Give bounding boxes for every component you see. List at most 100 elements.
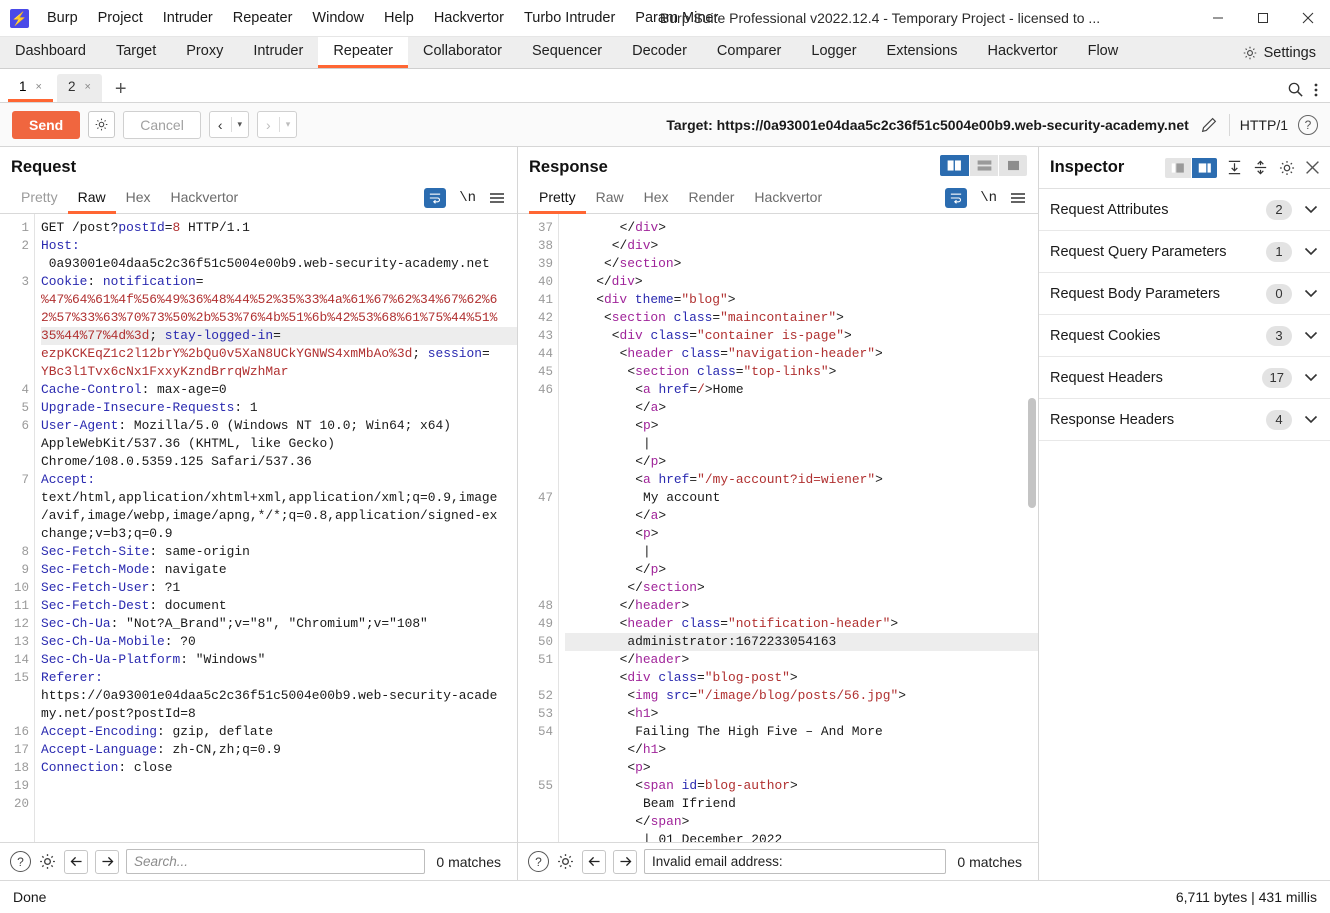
menu-item-project[interactable]: Project (88, 6, 153, 30)
word-wrap-icon[interactable] (424, 188, 447, 208)
inspector-row-request-headers[interactable]: Request Headers 17 (1039, 357, 1330, 399)
response-menu-icon[interactable] (1010, 192, 1026, 204)
request-search-input[interactable] (126, 849, 426, 874)
menu-item-param-miner[interactable]: Param Miner (625, 6, 728, 30)
response-tab-hex[interactable]: Hex (634, 183, 679, 214)
history-forward-button[interactable]: › ▾ (257, 111, 298, 138)
menu-item-intruder[interactable]: Intruder (153, 6, 223, 30)
request-search-settings-icon[interactable] (38, 852, 57, 871)
code-token: = (712, 310, 721, 325)
request-tab-raw[interactable]: Raw (67, 183, 116, 214)
inspector-row-request-cookies[interactable]: Request Cookies 3 (1039, 315, 1330, 357)
maximize-button[interactable] (1240, 0, 1285, 37)
search-icon[interactable] (1287, 81, 1304, 98)
inspector-row-request-query-parameters[interactable]: Request Query Parameters 1 (1039, 231, 1330, 273)
chevron-down-icon[interactable] (1304, 205, 1318, 214)
expand-all-icon[interactable] (1226, 159, 1243, 176)
help-icon[interactable]: ? (1298, 114, 1318, 135)
response-tab-raw[interactable]: Raw (586, 183, 634, 214)
send-button[interactable]: Send (12, 110, 81, 139)
inspector-row-request-attributes[interactable]: Request Attributes 2 (1039, 189, 1330, 231)
response-tab-pretty[interactable]: Pretty (529, 183, 586, 214)
menu-item-hackvertor[interactable]: Hackvertor (424, 6, 514, 30)
chevron-down-icon[interactable] (1304, 289, 1318, 298)
request-menu-icon[interactable] (489, 192, 505, 204)
inspector-dock-left-icon[interactable] (1165, 157, 1191, 178)
history-back-button[interactable]: ‹ ▾ (208, 111, 250, 138)
request-code[interactable]: GET /post?postId=8 HTTP/1.1 Host: 0a93001… (34, 214, 517, 842)
response-scrollbar[interactable] (1028, 218, 1036, 838)
response-search-prev-icon[interactable] (582, 849, 606, 874)
tab-intruder[interactable]: Intruder (238, 37, 318, 68)
inspector-dock-right-icon[interactable] (1191, 157, 1217, 178)
repeater-tab-1[interactable]: 1 × (8, 74, 53, 102)
repeater-tab-2[interactable]: 2 × (56, 74, 102, 102)
tab-comparer[interactable]: Comparer (702, 37, 796, 68)
send-settings-button[interactable] (88, 111, 116, 138)
edit-pencil-icon[interactable] (1199, 115, 1219, 135)
request-editor[interactable]: 1 2 3 4 5 6 7 8 9 10 11 12 13 14 15 16 17 18 19 20 GET /pos… (0, 214, 517, 843)
overflow-menu-icon[interactable] (1314, 82, 1318, 98)
tab-repeater[interactable]: Repeater (318, 37, 408, 68)
add-tab-button[interactable]: + (106, 79, 136, 102)
back-dropdown-icon[interactable]: ▾ (232, 112, 249, 137)
response-search-help-icon[interactable]: ? (528, 851, 549, 872)
response-search-input[interactable] (644, 849, 947, 874)
request-search-next-icon[interactable] (95, 849, 119, 874)
chevron-down-icon[interactable] (1304, 331, 1318, 340)
inspector-close-icon[interactable] (1305, 160, 1320, 175)
settings-button[interactable]: Settings (1232, 37, 1330, 68)
request-tab-hex[interactable]: Hex (116, 183, 161, 214)
http-version-label[interactable]: HTTP/1 (1240, 117, 1288, 133)
tab-target[interactable]: Target (101, 37, 171, 68)
tab-proxy[interactable]: Proxy (171, 37, 238, 68)
response-code[interactable]: </div> </div> </section> </div> <div theme="… (558, 214, 1038, 842)
inspector-row-request-body-parameters[interactable]: Request Body Parameters 0 (1039, 273, 1330, 315)
response-tab-hackvertor[interactable]: Hackvertor (744, 183, 832, 214)
layout-stacked-icon[interactable] (969, 155, 998, 176)
tab-flow[interactable]: Flow (1073, 37, 1134, 68)
chevron-down-icon[interactable] (1304, 373, 1318, 382)
inspector-settings-gear-icon[interactable] (1278, 159, 1296, 177)
close-button[interactable] (1285, 0, 1330, 37)
menu-item-repeater[interactable]: Repeater (223, 6, 303, 30)
line-number (518, 435, 553, 453)
newline-toggle-icon[interactable]: \n (980, 190, 997, 206)
newline-toggle-icon[interactable]: \n (459, 190, 476, 206)
code-token: > (673, 256, 682, 271)
response-search-next-icon[interactable] (613, 849, 637, 874)
response-editor[interactable]: 37 38 39 40 41 42 43 44 45 46 47 48 49 50 51 52 53 54 55 <… (518, 214, 1038, 843)
repeater-tab-2-close-icon[interactable]: × (84, 81, 90, 93)
inspector-row-response-headers[interactable]: Response Headers 4 (1039, 399, 1330, 441)
forward-dropdown-icon[interactable]: ▾ (280, 112, 297, 137)
request-search-prev-icon[interactable] (64, 849, 88, 874)
response-search-settings-icon[interactable] (556, 852, 575, 871)
cancel-button[interactable]: Cancel (123, 110, 201, 139)
menu-item-turbo-intruder[interactable]: Turbo Intruder (514, 6, 625, 30)
repeater-tab-1-close-icon[interactable]: × (36, 81, 42, 93)
response-scrollbar-thumb[interactable] (1028, 398, 1036, 508)
menu-item-window[interactable]: Window (302, 6, 374, 30)
tab-extensions[interactable]: Extensions (872, 37, 973, 68)
layout-tabbed-icon[interactable] (998, 155, 1027, 176)
chevron-down-icon[interactable] (1304, 247, 1318, 256)
layout-side-by-side-icon[interactable] (940, 155, 969, 176)
tab-collaborator[interactable]: Collaborator (408, 37, 517, 68)
code-token: </ (611, 238, 628, 253)
chevron-down-icon[interactable] (1304, 415, 1318, 424)
response-tab-render[interactable]: Render (679, 183, 745, 214)
request-search-help-icon[interactable]: ? (10, 851, 31, 872)
word-wrap-icon[interactable] (945, 188, 968, 208)
line-number (0, 453, 29, 471)
minimize-button[interactable] (1195, 0, 1240, 37)
tab-sequencer[interactable]: Sequencer (517, 37, 617, 68)
collapse-all-icon[interactable] (1252, 159, 1269, 176)
request-tab-pretty[interactable]: Pretty (11, 183, 68, 214)
tab-hackvertor[interactable]: Hackvertor (972, 37, 1072, 68)
menu-item-help[interactable]: Help (374, 6, 424, 30)
tab-dashboard[interactable]: Dashboard (0, 37, 101, 68)
request-tab-hackvertor[interactable]: Hackvertor (161, 183, 249, 214)
menu-item-burp[interactable]: Burp (37, 6, 88, 30)
tab-decoder[interactable]: Decoder (617, 37, 702, 68)
tab-logger[interactable]: Logger (796, 37, 871, 68)
